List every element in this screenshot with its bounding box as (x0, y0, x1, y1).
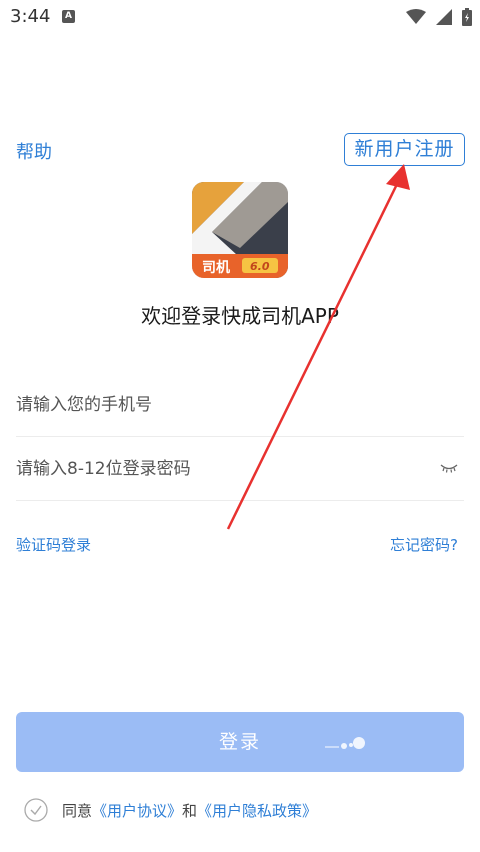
new-user-register-button[interactable]: 新用户注册 (344, 133, 465, 166)
password-input[interactable] (16, 449, 416, 489)
sms-code-login-link[interactable]: 验证码登录 (16, 534, 91, 555)
login-button[interactable]: 登录 (16, 712, 464, 772)
welcome-title: 欢迎登录快成司机APP (141, 304, 339, 328)
agreement-row: 同意 《用户协议》 和 《用户隐私政策》 (24, 798, 317, 822)
logo-badge-text: 司机 (202, 259, 230, 276)
status-time: 3:44 (10, 6, 51, 27)
agreement-checkbox-icon[interactable] (24, 798, 48, 822)
status-bar: 3:44 A (0, 0, 480, 34)
phone-input[interactable] (16, 385, 416, 425)
agreement-conjunction: 和 (182, 801, 198, 820)
app-logo-graphic: 司机 6.0 (192, 182, 288, 278)
wifi-icon (406, 9, 426, 24)
status-icons (406, 8, 472, 26)
forgot-password-link[interactable]: 忘记密码? (390, 534, 458, 555)
logo-version-text: 6.0 (250, 260, 270, 273)
eye-closed-icon[interactable] (440, 461, 458, 475)
privacy-policy-link[interactable]: 《用户隐私政策》 (197, 800, 317, 821)
notification-badge-icon: A (62, 10, 75, 23)
user-agreement-link[interactable]: 《用户协议》 (92, 800, 182, 821)
app-logo: 司机 6.0 (192, 182, 288, 278)
battery-icon (462, 8, 472, 26)
phone-field (16, 373, 464, 437)
help-link[interactable]: 帮助 (16, 138, 52, 164)
login-decoration-icon (325, 737, 365, 749)
agreement-prefix: 同意 (62, 801, 93, 820)
signal-icon (436, 9, 452, 25)
password-field (16, 437, 464, 501)
